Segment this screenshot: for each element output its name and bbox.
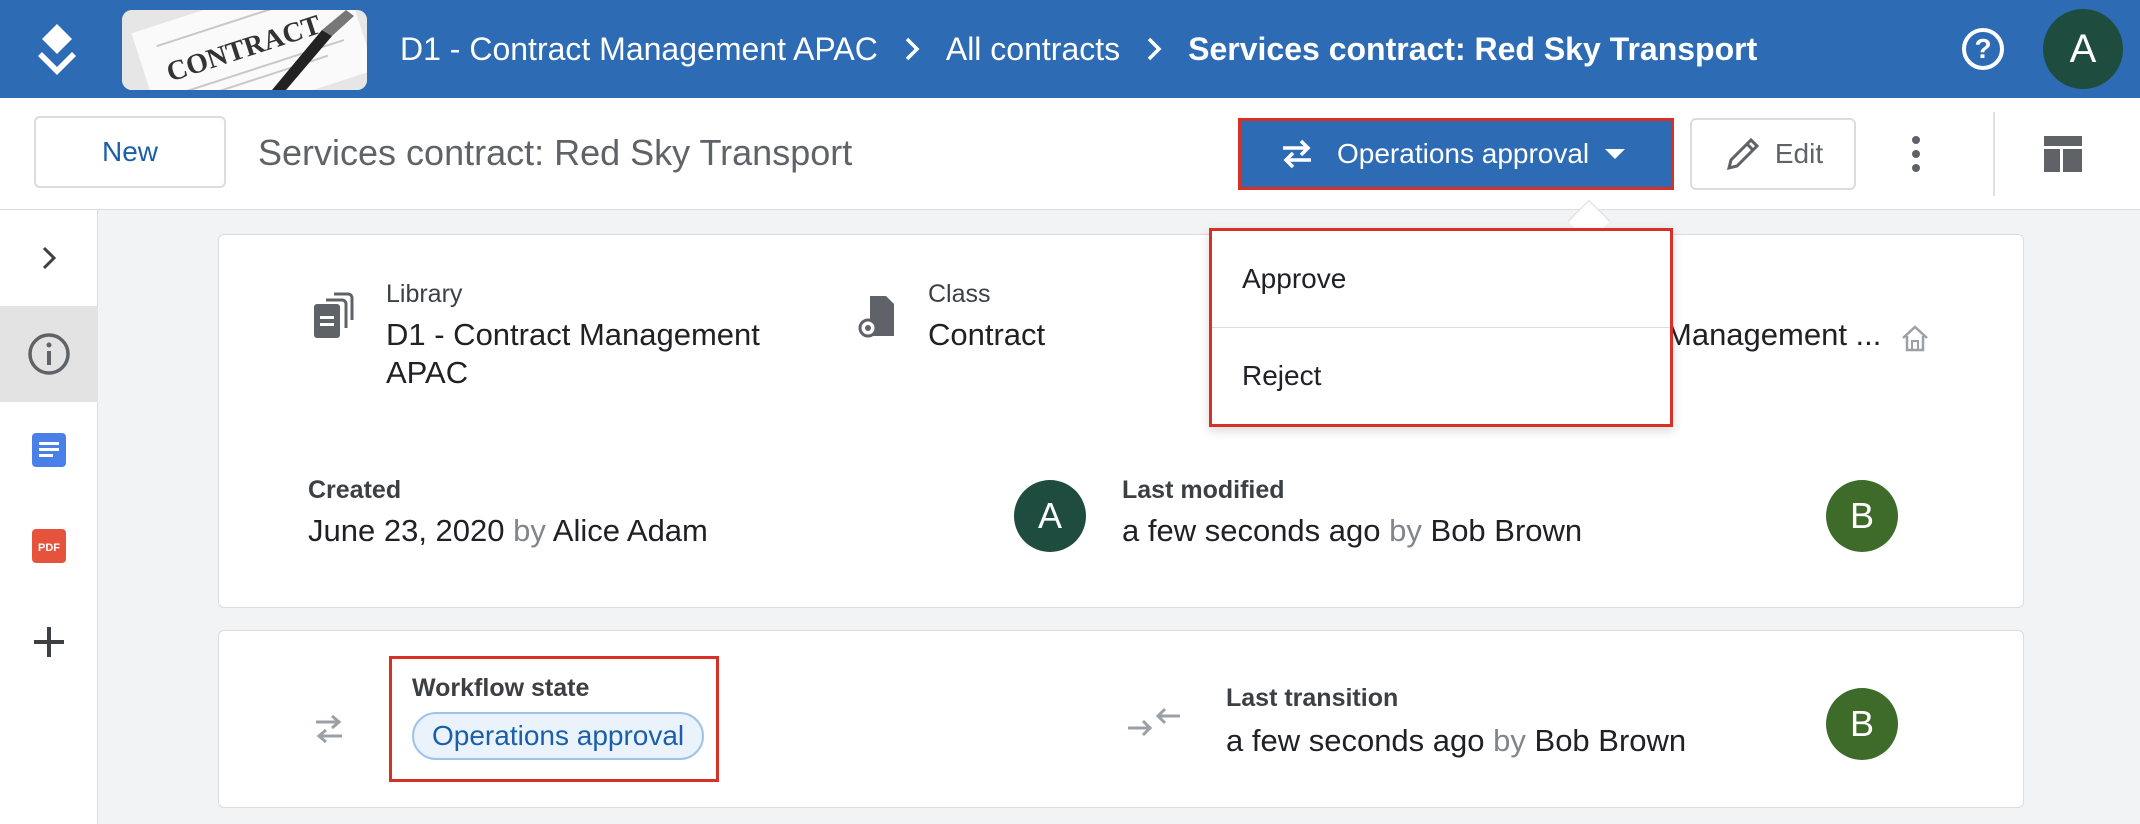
workflow-actions-menu: Approve Reject (1209, 228, 1673, 427)
app-logo-icon[interactable] (30, 22, 84, 80)
class-label: Class (928, 280, 991, 308)
expand-rail-button[interactable] (0, 210, 98, 306)
info-card (218, 234, 2024, 608)
workflow-transition-icon (1279, 138, 1315, 170)
created-by-word: by (513, 513, 546, 548)
info-icon (28, 333, 70, 375)
library-icon (314, 292, 354, 338)
layout-panel-icon[interactable] (2044, 136, 2082, 172)
workflow-state-button[interactable]: Operations approval (1238, 118, 1674, 190)
modified-by-word: by (1389, 513, 1422, 548)
created-label: Created (308, 476, 402, 504)
avatar-alice: A (1014, 480, 1086, 552)
info-tab[interactable] (0, 306, 98, 402)
document-icon (32, 433, 66, 467)
modified-label: Last modified (1122, 476, 1285, 504)
workflow-state-chip[interactable]: Operations approval (412, 712, 705, 760)
caret-down-icon (1605, 149, 1626, 159)
pencil-icon (1726, 137, 1759, 171)
workflow-state-title: Workflow state (412, 674, 590, 702)
transition-when: a few seconds ago (1226, 723, 1485, 758)
edit-label: Edit (1774, 138, 1824, 169)
breadcrumb-current: Services contract: Red Sky Transport (1188, 30, 1758, 67)
avatar-bob-transition: B (1826, 688, 1898, 760)
location-value: Management ... (1666, 317, 1882, 352)
document-tab[interactable] (0, 402, 98, 498)
contract-banner-image: CONTRACT (122, 10, 367, 90)
library-value: D1 - Contract Management APAC (386, 317, 760, 390)
library-label: Library (386, 280, 463, 308)
new-button[interactable]: New (34, 116, 226, 188)
pdf-icon: PDF (32, 529, 66, 563)
created-value: June 23, 2020 by Alice Adam (308, 512, 708, 550)
class-icon (858, 296, 894, 338)
modified-when: a few seconds ago (1122, 513, 1381, 548)
menu-item-reject[interactable]: Reject (1212, 328, 1670, 424)
avatar-bob: B (1826, 480, 1898, 552)
compare-arrows-icon (1128, 707, 1180, 737)
more-vert-icon[interactable] (1898, 130, 1934, 178)
user-avatar[interactable]: A (2043, 9, 2123, 89)
top-bar: CONTRACT D1 - Contract Management APAC A… (0, 0, 2140, 98)
edit-button[interactable]: Edit (1690, 118, 1856, 190)
created-date: June 23, 2020 (308, 513, 505, 548)
modified-value: a few seconds ago by Bob Brown (1122, 512, 1582, 550)
plus-icon (34, 627, 64, 657)
class-value: Contract (928, 317, 1046, 352)
add-tab-button[interactable] (0, 594, 98, 690)
workflow-state-label: Operations approval (1337, 138, 1590, 169)
last-transition-value: a few seconds ago by Bob Brown (1226, 722, 1686, 760)
last-transition-label: Last transition (1226, 684, 1399, 712)
chevron-right-icon (904, 36, 920, 62)
svg-text:PDF: PDF (38, 542, 60, 554)
transition-by-name: Bob Brown (1534, 723, 1687, 758)
toolbar-divider (1993, 112, 1995, 196)
modified-by-name: Bob Brown (1430, 513, 1583, 548)
transition-by-word: by (1493, 723, 1526, 758)
page-title: Services contract: Red Sky Transport (258, 132, 853, 173)
chevron-right-icon (42, 246, 57, 270)
created-by-name: Alice Adam (552, 513, 708, 548)
workflow-transition-icon (316, 714, 342, 744)
pdf-tab[interactable]: PDF (0, 498, 98, 594)
breadcrumb-library[interactable]: D1 - Contract Management APAC (400, 31, 878, 68)
help-icon[interactable]: ? (1962, 28, 2004, 70)
breadcrumb: D1 - Contract Management APAC All contra… (400, 0, 1757, 98)
menu-item-approve[interactable]: Approve (1212, 231, 1670, 327)
chevron-right-icon (1146, 36, 1162, 62)
home-icon[interactable] (1900, 324, 1930, 352)
breadcrumb-all-contracts[interactable]: All contracts (946, 31, 1120, 68)
